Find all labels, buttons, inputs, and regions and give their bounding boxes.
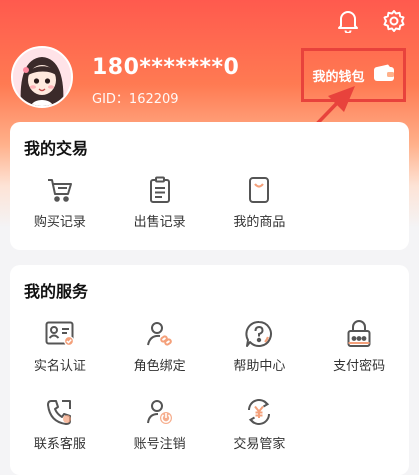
gear-icon[interactable]: [381, 8, 407, 34]
service-card: 我的服务 实名认证 角色绑定 帮助中心 支付密码 联系客服 账号注销 交易管家: [10, 265, 409, 475]
real-name-auth-label: 实名认证: [33, 359, 86, 374]
contact-support-button[interactable]: 联系客服: [10, 397, 110, 457]
clipboard-icon: [145, 175, 175, 205]
username: 180*******0: [92, 55, 240, 80]
service-title: 我的服务: [24, 282, 89, 301]
avatar[interactable]: [11, 46, 73, 108]
payment-password-button[interactable]: 支付密码: [309, 319, 409, 379]
sale-records-button[interactable]: 出售记录: [110, 175, 210, 235]
wallet-icon: [373, 64, 395, 86]
payment-password-label: 支付密码: [333, 359, 386, 374]
role-binding-label: 角色绑定: [133, 359, 186, 374]
wallet-button[interactable]: 我的钱包: [301, 48, 406, 102]
trade-steward-label: 交易管家: [233, 437, 286, 452]
role-binding-button[interactable]: 角色绑定: [110, 319, 210, 379]
top-icon-bar: [335, 8, 407, 34]
trade-title: 我的交易: [24, 139, 89, 158]
my-goods-label: 我的商品: [233, 215, 286, 230]
service-grid: 实名认证 角色绑定 帮助中心 支付密码 联系客服 账号注销 交易管家: [10, 319, 409, 457]
lock-icon: [344, 319, 374, 349]
contact-support-label: 联系客服: [33, 437, 86, 452]
help-icon: [244, 319, 274, 349]
sale-records-label: 出售记录: [133, 215, 186, 230]
purchase-records-label: 购买记录: [33, 215, 86, 230]
user-power-icon: [145, 397, 175, 427]
trade-steward-button[interactable]: 交易管家: [210, 397, 310, 457]
account-cancel-label: 账号注销: [133, 437, 186, 452]
trade-grid: 购买记录 出售记录 我的商品: [10, 175, 409, 235]
yen-cycle-icon: [244, 397, 274, 427]
help-center-label: 帮助中心: [233, 359, 286, 374]
my-goods-button[interactable]: 我的商品: [210, 175, 310, 235]
trade-card: 我的交易 购买记录 出售记录 我的商品: [10, 122, 409, 250]
id-card-icon: [45, 319, 75, 349]
bell-icon[interactable]: [335, 8, 361, 34]
help-center-button[interactable]: 帮助中心: [210, 319, 310, 379]
wallet-label: 我的钱包: [312, 69, 365, 85]
user-link-icon: [145, 319, 175, 349]
account-cancel-button[interactable]: 账号注销: [110, 397, 210, 457]
phone-icon: [45, 397, 75, 427]
real-name-auth-button[interactable]: 实名认证: [10, 319, 110, 379]
bag-icon: [244, 175, 274, 205]
cart-icon: [45, 175, 75, 205]
purchase-records-button[interactable]: 购买记录: [10, 175, 110, 235]
gid-text: GID：162209: [92, 92, 179, 107]
